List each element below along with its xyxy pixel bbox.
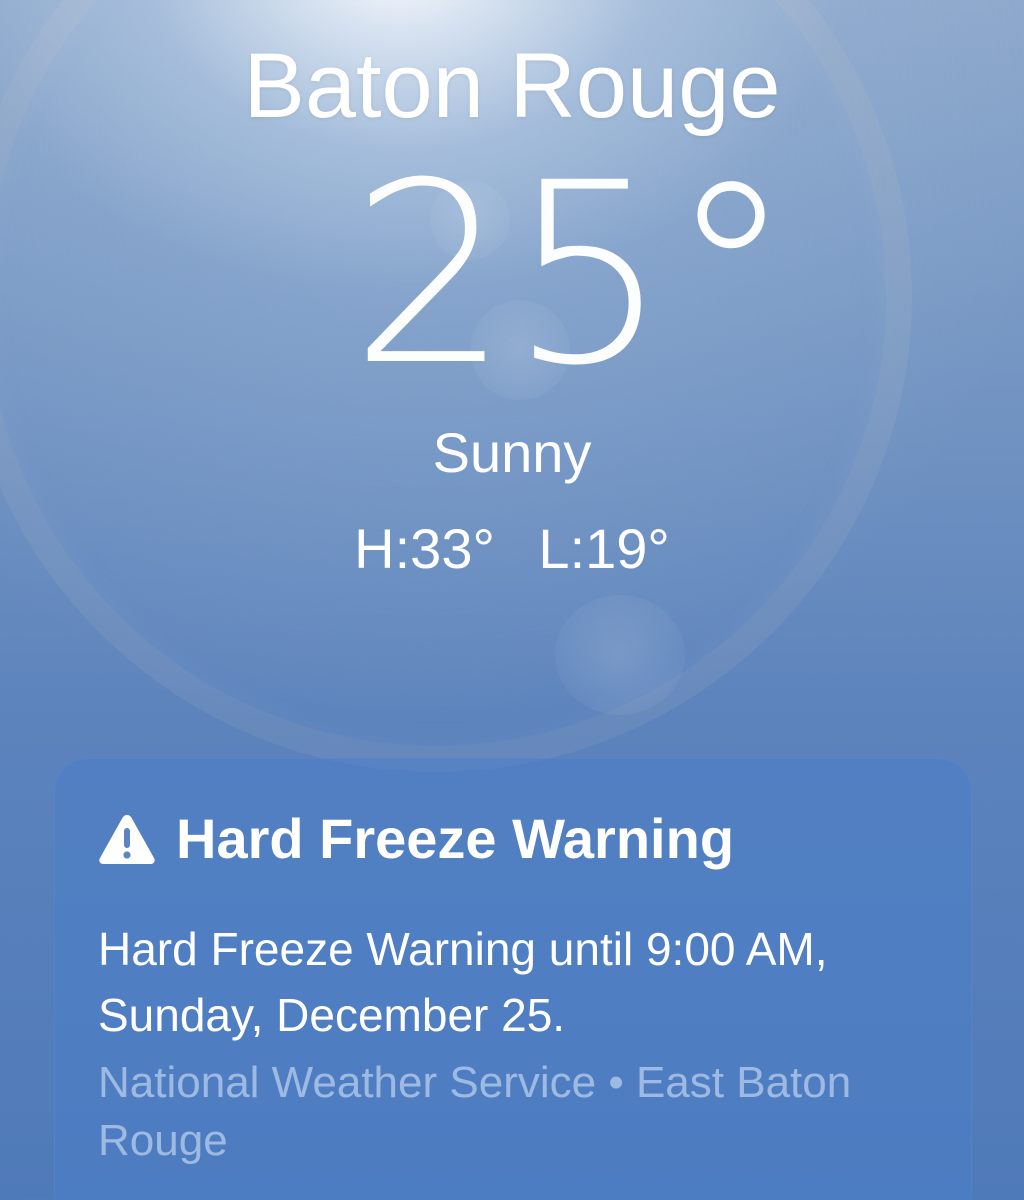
severe-weather-alert-card[interactable]: Hard Freeze Warning Hard Freeze Warning … [54,758,972,1200]
alert-source: National Weather Service • East Baton Ro… [98,1058,852,1165]
low-temperature: L:19° [538,517,670,580]
lens-flare-decoration [555,595,685,715]
alert-title: Hard Freeze Warning [176,807,735,870]
alert-title-row: Hard Freeze Warning [98,806,734,871]
current-temperature: 25° [350,129,794,420]
alert-description: Hard Freeze Warning until 9:00 AM, Sunda… [98,923,828,1041]
weather-condition: Sunny [432,421,592,484]
city-name: Baton Rouge [243,35,781,137]
high-low-temperatures: H:33° L:19° [0,516,1024,581]
high-temperature: H:33° [354,517,495,580]
warning-triangle-icon [99,814,155,864]
